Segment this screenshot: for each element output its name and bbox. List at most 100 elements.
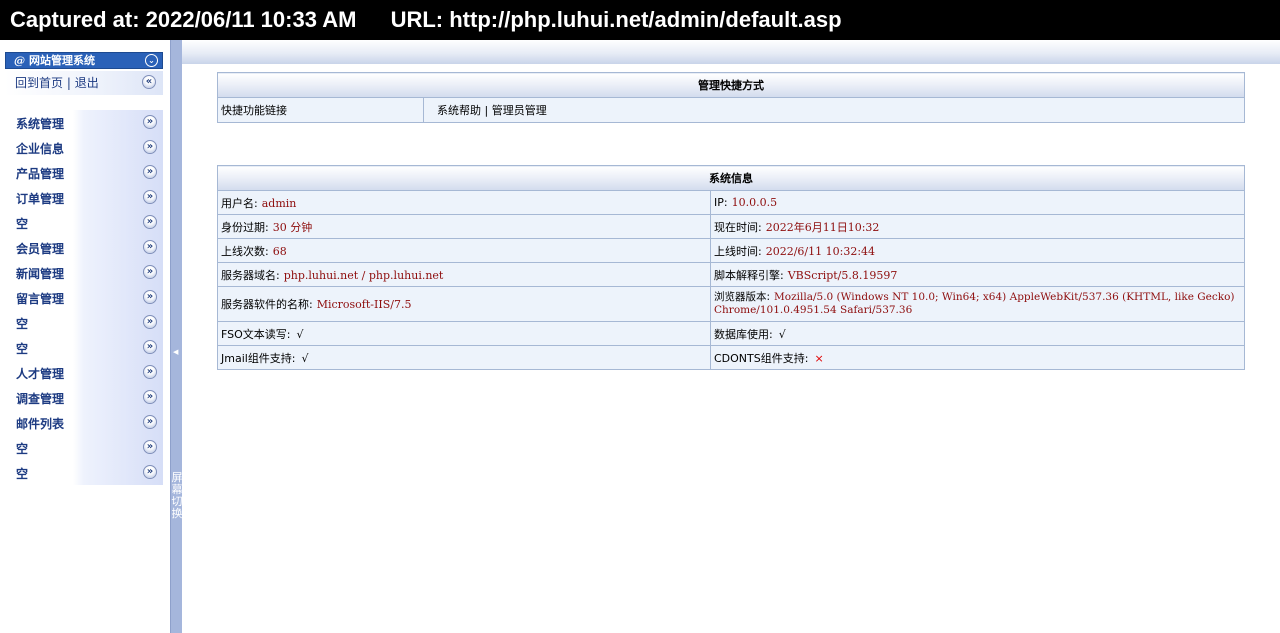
link-separator: |: [66, 76, 71, 90]
jmail-label: Jmail组件支持:: [221, 351, 296, 365]
script-engine-value: VBScript/5.8.19597: [787, 268, 898, 282]
cdonts-label: CDONTS组件支持:: [714, 351, 809, 365]
db-label: 数据库使用:: [714, 327, 773, 341]
browser-cell: 浏览器版本: Mozilla/5.0 (Windows NT 10.0; Win6…: [710, 286, 1245, 322]
expire-value: 30 分钟: [272, 220, 313, 234]
expand-down-icon[interactable]: »: [143, 140, 157, 154]
table-row: 服务器域名: php.luhui.net / php.luhui.net 脚本解释…: [217, 262, 1245, 287]
check-icon: √: [301, 351, 309, 365]
sidebar-item-empty-3[interactable]: 空»: [5, 335, 163, 360]
cross-icon: ×: [814, 351, 824, 365]
expand-down-icon[interactable]: »: [143, 465, 157, 479]
sidebar-item-messages[interactable]: 留言管理 »: [5, 285, 163, 310]
sidebar-item-talent[interactable]: 人才管理 »: [5, 360, 163, 385]
browser-value: Mozilla/5.0 (Windows NT 10.0; Win64; x64…: [714, 291, 1235, 316]
sidebar-item-empty-1[interactable]: 空»: [5, 210, 163, 235]
expand-down-icon[interactable]: »: [143, 440, 157, 454]
sidebar-item-orders[interactable]: 订单管理 »: [5, 185, 163, 210]
sidebar-item-label: 会员管理: [16, 242, 65, 256]
server-software-label: 服务器软件的名称:: [221, 298, 313, 311]
sidebar-item-label: 系统管理: [16, 117, 65, 131]
at-logo-icon: @: [14, 54, 25, 67]
expand-down-icon[interactable]: »: [143, 240, 157, 254]
domain-value: php.luhui.net / php.luhui.net: [283, 268, 444, 282]
capture-banner: Captured at: 2022/06/11 10:33 AM URL: ht…: [0, 0, 1280, 40]
sidebar-item-empty-5[interactable]: 空»: [5, 460, 163, 485]
sidebar-item-label: 调查管理: [16, 392, 65, 406]
shortcuts-title: 管理快捷方式: [217, 72, 1245, 98]
sidebar-item-empty-2[interactable]: 空»: [5, 310, 163, 335]
captured-at-text: Captured at: 2022/06/11 10:33 AM: [10, 7, 357, 32]
shortcuts-row-label: 快捷功能链接: [217, 97, 424, 123]
link-separator: |: [484, 104, 489, 117]
home-link[interactable]: 回到首页: [15, 76, 63, 90]
sidebar-item-company[interactable]: 企业信息 »: [5, 135, 163, 160]
sidebar-item-maillist[interactable]: 邮件列表 »: [5, 410, 163, 435]
table-row: 服务器软件的名称: Microsoft-IIS/7.5 浏览器版本: Mozilla…: [217, 286, 1245, 322]
expand-down-icon[interactable]: »: [143, 190, 157, 204]
browser-label: 浏览器版本:: [714, 291, 771, 303]
left-frame: @ 网站管理系统 ⌄ 回到首页 | 退出 « 系统管理» 企业信息» 产品管理» …: [0, 40, 170, 633]
captured-url-text: URL: http://php.luhui.net/admin/default.…: [390, 7, 842, 32]
logout-link[interactable]: 退出: [75, 76, 99, 90]
login-count-cell: 上线次数: 68: [217, 238, 711, 263]
sidebar-item-news[interactable]: 新闻管理 »: [5, 260, 163, 285]
expand-down-icon[interactable]: »: [143, 115, 157, 129]
sidebar-item-label: 产品管理: [16, 167, 65, 181]
sidebar-item-products[interactable]: 产品管理 »: [5, 160, 163, 185]
sidebar-item-label: 空: [16, 317, 29, 331]
expand-down-icon[interactable]: »: [143, 215, 157, 229]
chevron-down-icon[interactable]: ⌄: [145, 54, 158, 67]
sidebar-menu: 系统管理» 企业信息» 产品管理» 订单管理» 空» 会员管理» 新闻管理» 留…: [5, 110, 163, 485]
sidebar-item-label: 空: [16, 217, 29, 231]
expand-down-icon[interactable]: »: [143, 315, 157, 329]
expand-down-icon[interactable]: »: [143, 365, 157, 379]
expand-down-icon[interactable]: »: [143, 165, 157, 179]
ip-label: IP:: [714, 196, 728, 209]
username-cell: 用户名: admin: [217, 190, 711, 215]
admin-manage-link[interactable]: 管理员管理: [492, 104, 547, 117]
sidebar-item-label: 空: [16, 467, 29, 481]
expand-down-icon[interactable]: »: [143, 340, 157, 354]
shortcuts-table: 管理快捷方式 快捷功能链接 系统帮助 | 管理员管理: [217, 72, 1245, 123]
expire-label: 身份过期:: [221, 220, 269, 234]
sidebar-item-system[interactable]: 系统管理 »: [5, 110, 163, 135]
sidebar-item-label: 订单管理: [16, 192, 65, 206]
fso-label: FSO文本读写:: [221, 327, 291, 341]
table-row: 用户名: admin IP: 10.0.0.5: [217, 190, 1245, 215]
username-label: 用户名:: [221, 196, 258, 210]
sidebar-item-survey[interactable]: 调查管理 »: [5, 385, 163, 410]
expand-down-icon[interactable]: »: [143, 390, 157, 404]
sidebar-item-members[interactable]: 会员管理 »: [5, 235, 163, 260]
sidebar-item-empty-4[interactable]: 空»: [5, 435, 163, 460]
expand-down-icon[interactable]: »: [143, 290, 157, 304]
jmail-cell: Jmail组件支持: √: [217, 345, 711, 370]
check-icon: √: [296, 327, 304, 341]
ip-value: 10.0.0.5: [731, 196, 778, 209]
table-row: 快捷功能链接 系统帮助 | 管理员管理: [217, 97, 1245, 123]
server-software-value: Microsoft-IIS/7.5: [316, 298, 412, 311]
ip-cell: IP: 10.0.0.5: [710, 190, 1245, 215]
now-value: 2022年6月11日10:32: [765, 220, 880, 234]
sidebar-item-label: 人才管理: [16, 367, 65, 381]
table-row: FSO文本读写: √ 数据库使用: √: [217, 321, 1245, 346]
table-row: 身份过期: 30 分钟 现在时间: 2022年6月11日10:32: [217, 214, 1245, 239]
expire-cell: 身份过期: 30 分钟: [217, 214, 711, 239]
expand-down-icon[interactable]: »: [143, 415, 157, 429]
collapse-left-icon[interactable]: «: [142, 75, 156, 89]
sidebar-item-label: 留言管理: [16, 292, 65, 306]
shortcuts-links: 系统帮助 | 管理员管理: [423, 97, 1245, 123]
system-help-link[interactable]: 系统帮助: [437, 104, 481, 117]
collapse-arrow-icon[interactable]: ◀: [173, 348, 178, 356]
sysinfo-table: 系统信息 用户名: admin IP: 10.0.0.5 身份过期: 30 分钟 现在…: [217, 165, 1245, 370]
top-links: 回到首页 | 退出 «: [5, 71, 163, 95]
login-count-value: 68: [272, 244, 287, 258]
sidebar-item-label: 空: [16, 342, 29, 356]
sidebar-item-label: 邮件列表: [16, 417, 65, 431]
username-value: admin: [261, 196, 297, 210]
frame-splitter[interactable]: ◀ 屏幕切换: [170, 40, 183, 633]
sidebar-item-label: 空: [16, 442, 29, 456]
login-time-cell: 上线时间: 2022/6/11 10:32:44: [710, 238, 1245, 263]
login-time-label: 上线时间:: [714, 244, 762, 258]
expand-down-icon[interactable]: »: [143, 265, 157, 279]
